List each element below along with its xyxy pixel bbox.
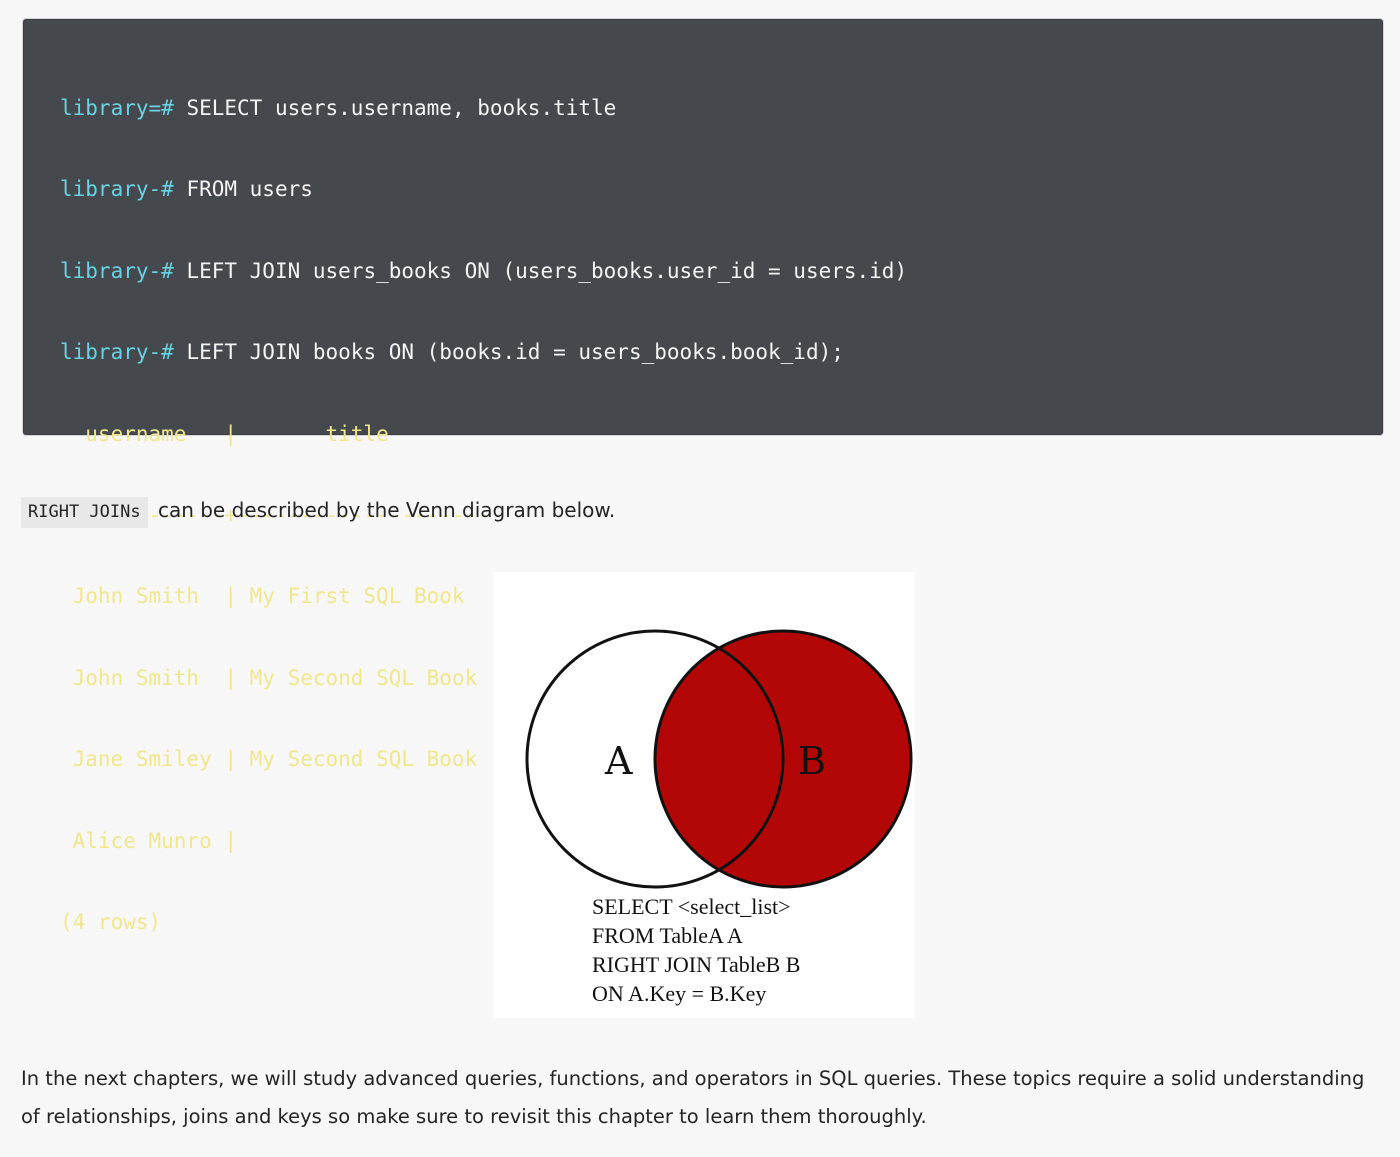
venn-diagram bbox=[525, 629, 913, 889]
inline-code: RIGHT JOINs bbox=[21, 497, 148, 528]
intro-text: can be described by the Venn diagram bel… bbox=[151, 498, 616, 522]
caption-line: FROM TableA A bbox=[592, 923, 743, 948]
code-text: FROM users bbox=[173, 177, 313, 202]
code-output: John Smith | My First SQL Book bbox=[60, 584, 465, 609]
code-output: Jane Smiley | My Second SQL Book bbox=[60, 747, 478, 772]
code-output: Alice Munro | bbox=[60, 828, 238, 853]
caption-line: RIGHT JOIN TableB B bbox=[592, 952, 801, 977]
code-prompt: library-# bbox=[60, 340, 174, 365]
code-line: library-# FROM users bbox=[60, 173, 907, 206]
caption-line: ON A.Key = B.Key bbox=[592, 981, 767, 1006]
venn-caption: SELECT <select_list> FROM TableA A RIGHT… bbox=[592, 892, 800, 1008]
venn-label-a: A bbox=[605, 739, 633, 783]
intro-paragraph: RIGHT JOINs can be described by the Venn… bbox=[21, 494, 615, 528]
code-line: library-# LEFT JOIN books ON (books.id =… bbox=[60, 336, 907, 369]
code-line: username | title bbox=[60, 418, 907, 451]
code-block: library=# SELECT users.username, books.t… bbox=[22, 18, 1384, 934]
code-prompt: library=# bbox=[60, 96, 174, 120]
code-output: username | title bbox=[60, 421, 389, 446]
outro-paragraph: In the next chapters, we will study adva… bbox=[21, 1067, 1365, 1128]
caption-line: SELECT <select_list> bbox=[592, 894, 791, 919]
code-text: LEFT JOIN books ON (books.id = users_boo… bbox=[173, 340, 844, 365]
code-line: library=# SELECT users.username, books.t… bbox=[60, 92, 907, 125]
code-text: SELECT users.username, books.title bbox=[173, 96, 617, 120]
venn-label-b: B bbox=[798, 739, 826, 783]
code-line: library-# LEFT JOIN users_books ON (user… bbox=[60, 255, 907, 288]
code-prompt: library-# bbox=[60, 177, 174, 202]
code-prompt: library-# bbox=[60, 258, 174, 283]
code-text: LEFT JOIN users_books ON (users_books.us… bbox=[173, 258, 908, 283]
venn-diagram-figure: A B SELECT <select_list> FROM TableA A R… bbox=[493, 572, 915, 1018]
code-output: (4 rows) bbox=[60, 909, 162, 934]
code-output: John Smith | My Second SQL Book bbox=[60, 665, 478, 690]
